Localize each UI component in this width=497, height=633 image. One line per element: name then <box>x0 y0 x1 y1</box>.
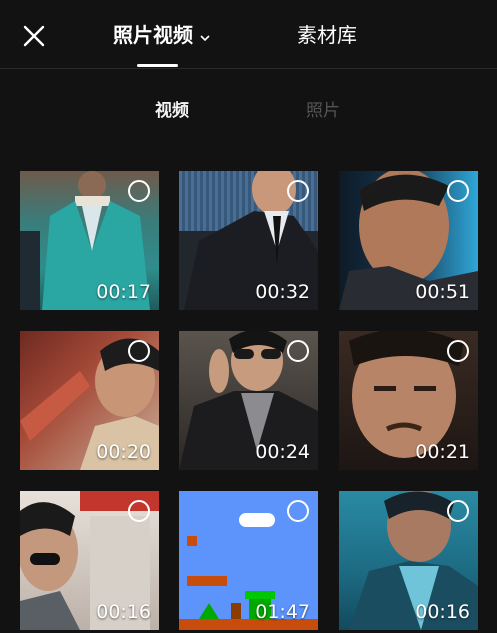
video-duration: 00:51 <box>415 281 470 303</box>
video-duration: 00:16 <box>96 601 151 623</box>
select-circle-icon[interactable] <box>447 180 469 202</box>
select-circle-icon[interactable] <box>287 180 309 202</box>
video-duration: 00:24 <box>255 441 310 463</box>
select-circle-icon[interactable] <box>287 500 309 522</box>
close-icon[interactable] <box>18 20 50 52</box>
select-circle-icon[interactable] <box>447 340 469 362</box>
video-duration: 00:21 <box>415 441 470 463</box>
top-bar: 照片视频 素材库 <box>0 0 497 68</box>
filter-photo[interactable]: 照片 <box>306 99 340 123</box>
select-circle-icon[interactable] <box>447 500 469 522</box>
media-item[interactable]: 00:51 <box>339 171 478 310</box>
media-item[interactable]: 01:47 <box>179 491 318 630</box>
media-item[interactable]: 00:16 <box>20 491 159 630</box>
header-divider <box>0 68 497 69</box>
tab-photos-videos-label: 照片视频 <box>113 23 193 47</box>
active-tab-indicator <box>137 64 178 67</box>
tab-material-library[interactable]: 素材库 <box>297 22 357 48</box>
video-duration: 00:20 <box>96 441 151 463</box>
select-circle-icon[interactable] <box>128 500 150 522</box>
media-item[interactable]: 00:17 <box>20 171 159 310</box>
video-duration: 01:47 <box>255 601 310 623</box>
media-item[interactable]: 00:32 <box>179 171 318 310</box>
media-item[interactable]: 00:20 <box>20 331 159 470</box>
media-item[interactable]: 00:24 <box>179 331 318 470</box>
tab-photos-videos[interactable]: 照片视频 <box>113 22 211 50</box>
select-circle-icon[interactable] <box>287 340 309 362</box>
select-circle-icon[interactable] <box>128 340 150 362</box>
media-item[interactable]: 00:21 <box>339 331 478 470</box>
video-duration: 00:32 <box>255 281 310 303</box>
chevron-down-icon <box>199 24 211 50</box>
media-item[interactable]: 00:16 <box>339 491 478 630</box>
video-duration: 00:16 <box>415 601 470 623</box>
filter-video[interactable]: 视频 <box>155 99 189 123</box>
video-duration: 00:17 <box>96 281 151 303</box>
select-circle-icon[interactable] <box>128 180 150 202</box>
